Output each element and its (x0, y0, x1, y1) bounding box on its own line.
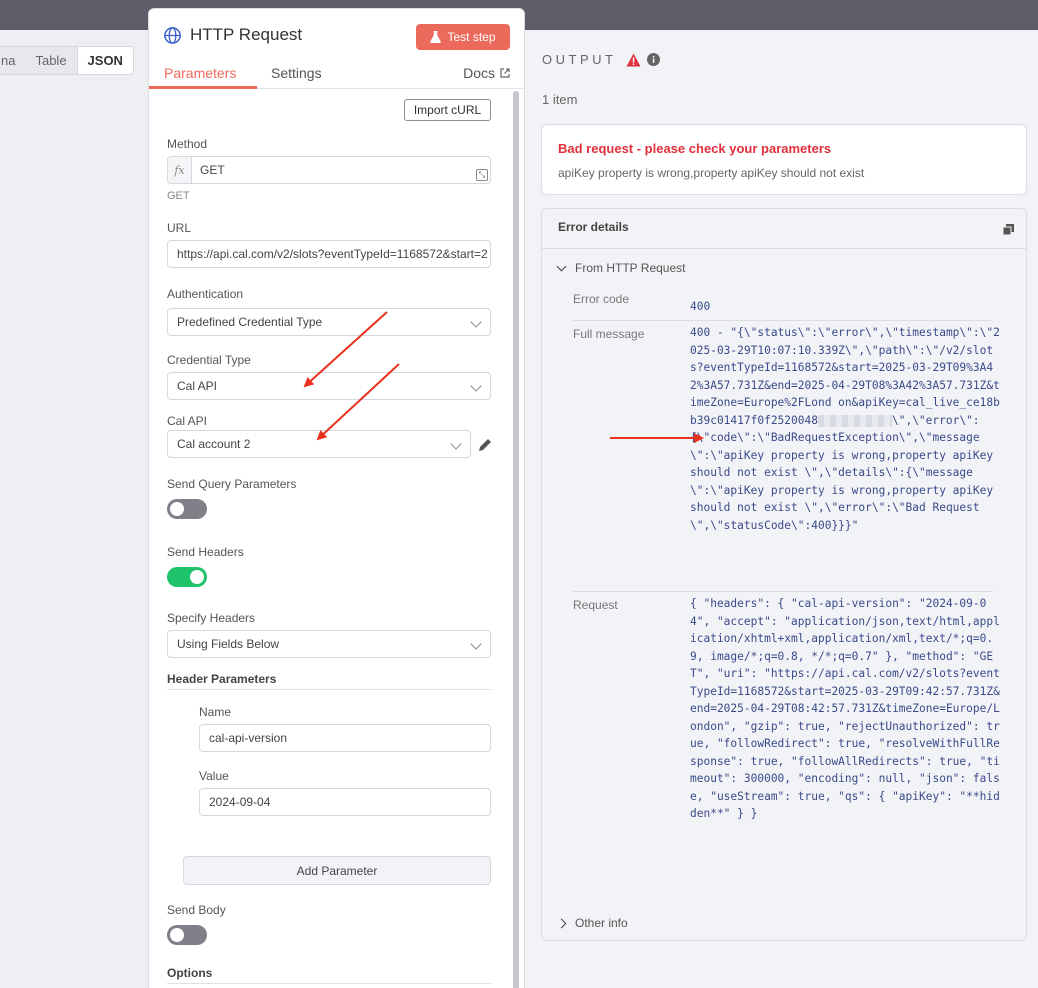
error-code-value: 400 (690, 300, 711, 313)
toggle-knob (170, 928, 184, 942)
output-title: OUTPUT (542, 52, 617, 67)
test-step-button[interactable]: Test step (416, 24, 510, 50)
import-curl-button[interactable]: Import cURL (404, 99, 491, 121)
error-code-label: Error code (573, 292, 630, 306)
from-http-request-section[interactable]: From HTTP Request (556, 261, 686, 275)
tab-schema[interactable]: na (0, 47, 25, 74)
edit-credential-pencil-icon[interactable] (477, 437, 493, 453)
error-title: Bad request - please check your paramete… (558, 141, 832, 156)
cal-api-label: Cal API (167, 414, 208, 428)
chevron-down-icon (450, 438, 462, 450)
send-headers-toggle[interactable] (167, 567, 207, 587)
fx-expression-icon[interactable]: fx (168, 157, 192, 183)
warning-triangle-icon (626, 53, 641, 66)
specify-headers-value: Using Fields Below (177, 637, 280, 651)
chevron-down-icon (556, 261, 567, 272)
cal-api-value: Cal account 2 (177, 437, 251, 451)
request-value: { "headers": { "cal-api-version": "2024-… (690, 597, 1000, 820)
docs-label: Docs (463, 65, 495, 81)
globe-icon (164, 26, 181, 44)
node-title: HTTP Request (163, 25, 302, 45)
header-name-input[interactable]: cal-api-version (199, 724, 491, 752)
external-link-icon (500, 68, 510, 78)
credential-type-value: Cal API (177, 379, 218, 393)
url-label: URL (167, 221, 192, 235)
other-info-label: Other info (575, 916, 628, 930)
method-hint: GET (167, 190, 190, 202)
input-panel-background (0, 30, 148, 988)
options-label: Options (167, 966, 213, 980)
error-summary-card: Bad request - please check your paramete… (541, 124, 1027, 195)
row-separator (573, 591, 993, 592)
toggle-knob (190, 570, 204, 584)
redacted-api-key (817, 414, 892, 427)
send-headers-label: Send Headers (167, 545, 244, 559)
error-details-card: Error details From HTTP Request Error co… (541, 208, 1027, 941)
output-header: OUTPUT (542, 52, 661, 67)
specify-headers-select[interactable]: Using Fields Below (167, 630, 491, 658)
request-label: Request (573, 598, 618, 612)
send-query-toggle[interactable] (167, 499, 207, 519)
authentication-label: Authentication (167, 287, 244, 301)
method-value: GET (200, 163, 225, 177)
docs-link[interactable]: Docs (463, 65, 510, 81)
from-http-request-label: From HTTP Request (575, 261, 686, 275)
full-message-value: 400 - "{\"status\":\"error\",\"timestamp… (690, 324, 1000, 534)
row-separator (573, 320, 993, 321)
header-value-label: Value (199, 769, 229, 783)
node-tabs: Parameters Settings Docs (149, 55, 524, 89)
chevron-down-icon (470, 638, 482, 650)
header-name-label: Name (199, 705, 232, 719)
send-body-toggle[interactable] (167, 925, 207, 945)
send-body-label: Send Body (167, 903, 226, 917)
header-parameters-label: Header Parameters (167, 672, 277, 686)
tab-table[interactable]: Table (25, 47, 76, 74)
full-message-label: Full message (573, 327, 645, 341)
send-query-label: Send Query Parameters (167, 477, 297, 491)
full-message-part-2: \",\"error\":{\"code\":\"BadRequestExcep… (690, 413, 1000, 532)
method-label: Method (167, 137, 208, 151)
credential-type-select[interactable]: Cal API (167, 372, 491, 400)
active-tab-indicator (149, 86, 257, 89)
tab-json[interactable]: JSON (76, 47, 133, 74)
specify-headers-label: Specify Headers (167, 611, 256, 625)
test-step-label: Test step (447, 30, 496, 44)
tab-settings[interactable]: Settings (271, 65, 322, 81)
tab-parameters[interactable]: Parameters (164, 65, 236, 81)
full-message-part-1: 400 - "{\"status\":\"error\",\"timestamp… (690, 326, 1000, 427)
method-input[interactable]: fx GET ⤡ (167, 156, 491, 184)
error-description: apiKey property is wrong,property apiKey… (558, 166, 865, 180)
authentication-select[interactable]: Predefined Credential Type (167, 308, 491, 336)
header-parameters-divider (167, 689, 491, 690)
copy-icon[interactable] (1003, 224, 1014, 235)
node-title-text: HTTP Request (190, 25, 303, 44)
url-input[interactable]: https://api.cal.com/v2/slots?eventTypeId… (167, 240, 491, 268)
chevron-down-icon (470, 380, 482, 392)
authentication-value: Predefined Credential Type (177, 315, 323, 329)
cal-api-credential-select[interactable]: Cal account 2 (167, 430, 471, 458)
header-value-input[interactable]: 2024-09-04 (199, 788, 491, 816)
flask-icon (430, 31, 442, 43)
chevron-down-icon (470, 316, 482, 328)
panel-scrollbar[interactable] (513, 91, 519, 988)
node-parameters-panel: HTTP Request Test step Parameters Settin… (148, 8, 525, 988)
chevron-right-icon (556, 918, 567, 928)
info-icon[interactable] (647, 53, 661, 66)
item-count: 1 item (542, 92, 578, 107)
error-details-header: Error details (542, 209, 1026, 249)
add-parameter-button[interactable]: Add Parameter (183, 856, 491, 885)
other-info-section[interactable]: Other info (556, 916, 628, 930)
toggle-knob (170, 502, 184, 516)
options-divider (167, 983, 491, 984)
view-mode-tabs: na Table JSON (0, 46, 134, 75)
expand-editor-icon[interactable]: ⤡ (476, 169, 488, 181)
error-details-title: Error details (558, 220, 629, 234)
credential-type-label: Credential Type (167, 353, 251, 367)
